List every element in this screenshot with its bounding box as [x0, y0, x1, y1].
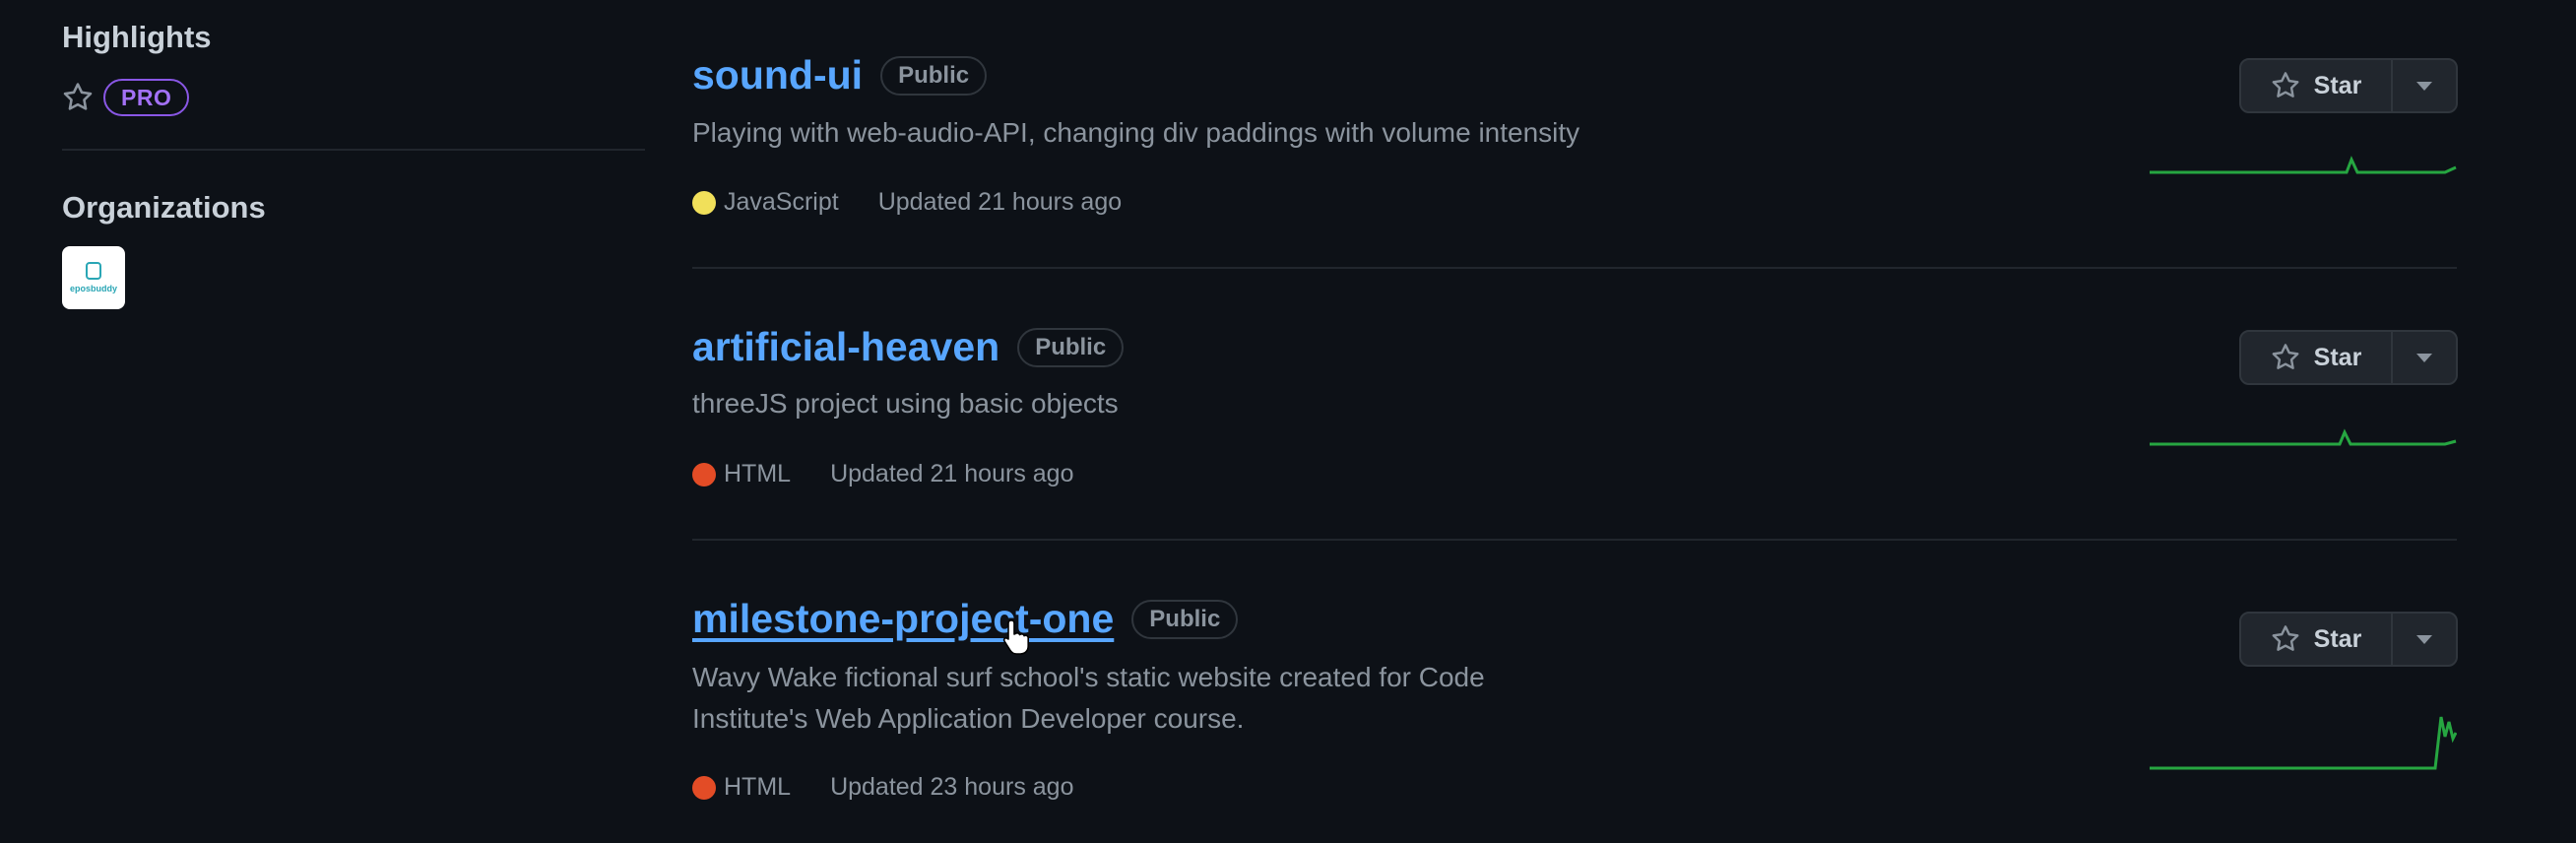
org-logo-text: eposbuddy: [69, 284, 117, 293]
sidebar-divider: [62, 149, 645, 151]
repo-language: HTML: [724, 773, 792, 801]
highlights-heading: Highlights: [62, 20, 212, 54]
visibility-badge: Public: [1131, 599, 1239, 639]
repo-description: Wavy Wake fictional surf school's static…: [692, 662, 1485, 734]
star-button[interactable]: Star: [2241, 614, 2391, 665]
repo-title-row: milestone-project-one Public: [692, 596, 1239, 642]
star-button-group: Star: [2239, 612, 2458, 667]
star-label: Star: [2313, 624, 2362, 653]
repo-item: milestone-project-one Public Wavy Wake f…: [692, 0, 2458, 843]
organizations-heading: Organizations: [62, 190, 266, 225]
org-logo-icon: [86, 262, 101, 280]
repo-updated: Updated 23 hours ago: [830, 773, 1074, 801]
language-color-dot: [692, 775, 716, 800]
chevron-down-icon: [2416, 634, 2432, 644]
repo-name-link[interactable]: milestone-project-one: [692, 596, 1114, 642]
repositories-page: Highlights PRO Organizations eposbuddy s…: [0, 0, 2576, 843]
org-avatar-eposbuddy[interactable]: eposbuddy: [62, 246, 125, 309]
repo-meta: HTML Updated 23 hours ago: [692, 773, 1073, 802]
star-list-dropdown[interactable]: [2391, 614, 2456, 665]
highlights-row: PRO: [62, 79, 190, 116]
pro-badge[interactable]: PRO: [103, 79, 190, 116]
star-icon: [2272, 625, 2299, 651]
star-icon: [62, 82, 94, 113]
pointer-cursor-icon: [1002, 619, 1029, 655]
activity-sparkline: [2150, 716, 2457, 770]
